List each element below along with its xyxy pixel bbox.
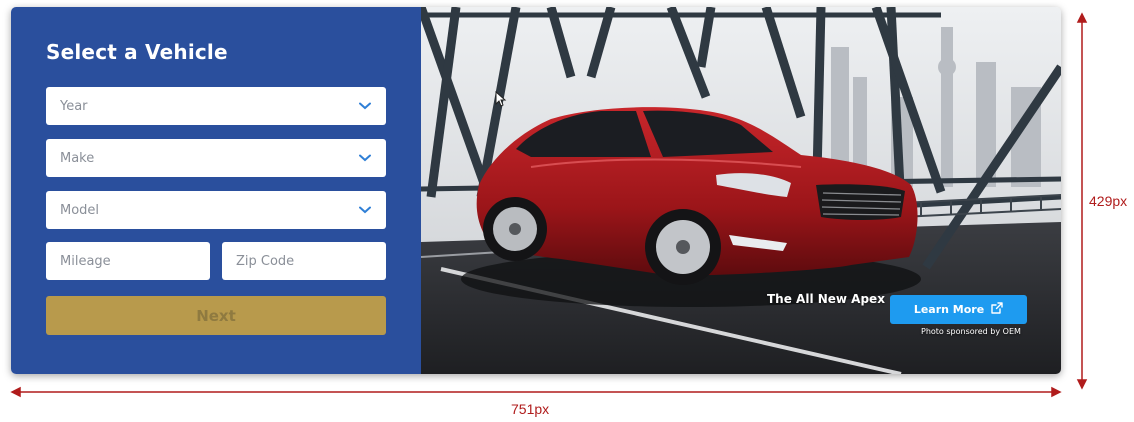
height-annotation: 429px [1089, 193, 1128, 209]
width-annotation: 751px [511, 401, 550, 417]
dimension-arrows [10, 12, 1088, 398]
